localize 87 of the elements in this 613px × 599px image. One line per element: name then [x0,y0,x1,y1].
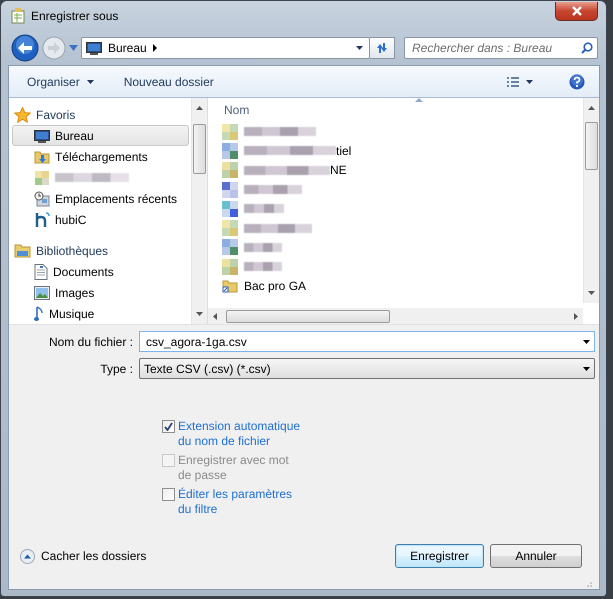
image-icon [34,286,50,300]
sidebar-item[interactable]: Images [12,282,189,303]
blurred-file-icon [222,162,238,178]
scroll-thumb[interactable] [226,310,390,322]
recent-places-icon [34,190,50,206]
document-icon [34,264,48,280]
organize-button[interactable]: Organiser [21,70,100,94]
blurred-file-icon [222,200,238,217]
dialog-icon [11,8,25,24]
dropdown-caret-icon [356,46,363,50]
search-field[interactable]: Rechercher dans : Bureau [404,37,598,59]
column-header[interactable]: Nom [222,98,583,122]
new-folder-button[interactable]: Nouveau dossier [118,70,220,94]
sidebar-item[interactable]: Téléchargements [12,146,189,167]
sidebar-item[interactable]: hubiC [12,209,189,230]
back-button[interactable] [11,34,39,62]
file-name[interactable]: NE [330,163,347,178]
history-caret-icon[interactable] [69,45,78,51]
checkbox-label[interactable]: Extension automatique du nom de fichier [178,419,302,449]
help-icon[interactable] [569,74,585,90]
blurred-file-icon [222,220,238,236]
close-button[interactable] [555,2,598,20]
scroll-thumb[interactable] [193,124,206,174]
sidebar-item[interactable]: Documents [12,261,189,282]
search-icon [581,42,593,54]
dropdown-caret-icon [583,340,590,344]
checkbox[interactable] [162,420,175,433]
file-name[interactable]: Bac pro GA [244,279,306,294]
scroll-down-icon [196,312,203,316]
hide-folders-button[interactable]: Cacher les dossiers [20,548,146,564]
close-icon [570,6,582,16]
scroll-right-icon [574,312,578,320]
download-folder-icon [34,148,50,164]
refresh-button[interactable] [370,37,395,59]
scrollbar[interactable] [208,308,583,324]
cancel-button[interactable]: Annuler [490,544,582,568]
refresh-icon [375,42,389,54]
scrollbar[interactable] [191,98,207,324]
desktop-icon [34,128,50,142]
redacted-text [244,242,282,252]
scroll-down-icon [588,291,595,295]
redacted-text [244,127,316,136]
view-list-icon [507,76,519,86]
blurred-file-icon [222,124,238,140]
blurred-file-icon [222,239,238,256]
sidebar-group[interactable]: Favoris [12,104,189,125]
sidebar-item[interactable]: Emplacements récents [12,188,189,209]
blurred-file-icon [222,182,238,198]
redacted-text [244,262,282,272]
breadcrumb-arrow-icon [152,44,157,52]
caret-icon [526,80,533,84]
field-label: Type : [99,362,133,376]
field-label: Nom du fichier : [48,334,133,348]
dropdown-caret-icon [583,366,590,370]
redacted-text [244,185,302,194]
checkbox[interactable] [162,488,175,501]
breadcrumb[interactable]: Bureau [108,41,147,55]
desktop-icon [86,41,102,55]
blurred-file-icon [222,142,238,159]
search-input[interactable]: Rechercher dans : Bureau [405,38,581,58]
scroll-left-icon [213,312,217,320]
caret-icon [86,80,94,84]
blurred-file-icon [222,258,238,275]
music-note-icon [34,306,44,322]
redacted-text [244,224,312,233]
blurred-folder-icon [34,170,50,186]
sidebar-item[interactable]: Musique [12,303,189,324]
sidebar-item[interactable]: Bureau [12,125,189,146]
sidebar-group[interactable]: Bibliothèques [12,240,189,261]
save-button[interactable]: Enregistrer [395,544,484,568]
checkbox-label[interactable]: Éditer les paramètres du filtre [178,487,302,517]
checkmark-icon [164,422,173,431]
library-folder-icon [14,243,31,258]
collapse-icon [20,548,35,564]
sort-arrow-icon [415,98,423,102]
scroll-up-icon [196,106,203,110]
star-icon [14,106,31,122]
shortcut-folder-icon [222,279,238,294]
scroll-thumb[interactable] [585,122,598,170]
scrollbar[interactable] [583,98,599,303]
scroll-up-icon [588,106,595,110]
address-bar[interactable]: Bureau [81,37,370,59]
file-name[interactable]: tiel [336,144,352,158]
hubic-icon [34,212,50,228]
window-title: Enregistrer sous [31,9,120,23]
redacted-text [244,204,284,214]
file-type-dropdown[interactable]: Texte CSV (.csv) (*.csv) [139,358,595,379]
